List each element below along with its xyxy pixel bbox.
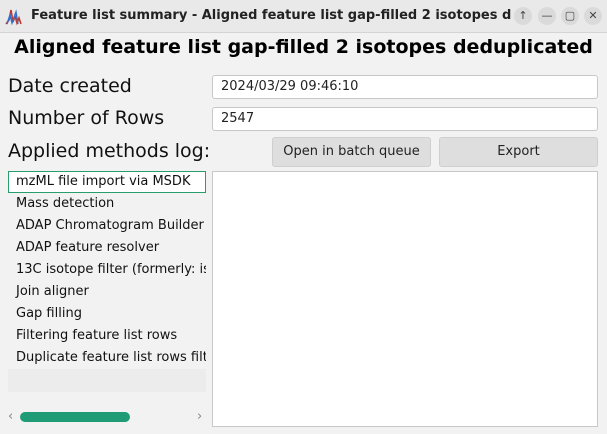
applied-methods-log-label: Applied methods log: [8,140,211,162]
scroll-right-icon[interactable]: › [197,409,202,424]
number-of-rows-field[interactable]: 2547 [212,107,598,131]
maximize-icon[interactable]: ▢ [561,7,579,25]
horizontal-scrollbar[interactable]: ‹ › [8,405,206,429]
feature-list-heading: Aligned feature list gap-filled 2 isotop… [14,36,593,58]
list-item[interactable]: Filtering feature list rows [8,325,206,347]
number-of-rows-label: Number of Rows [8,107,165,129]
list-item[interactable]: ADAP feature resolver [8,237,206,259]
list-item[interactable]: Join aligner [8,281,206,303]
window-title: Feature list summary - Aligned feature l… [31,8,511,23]
methods-list[interactable]: mzML file import via MSDK Mass detection… [8,171,206,392]
scrollbar-thumb[interactable] [20,412,130,422]
method-details-textarea[interactable] [212,171,598,427]
list-item[interactable]: mzML file import via MSDK [8,171,206,193]
list-item[interactable]: Duplicate feature list rows filter [8,347,206,369]
list-item[interactable]: Mass detection [8,193,206,215]
close-icon[interactable]: ✕ [584,7,602,25]
list-item[interactable]: ADAP Chromatogram Builder [8,215,206,237]
scroll-left-icon[interactable]: ‹ [8,409,13,424]
app-chart-icon [5,9,22,26]
list-item[interactable]: 13C isotope filter (formerly: isotope gr… [8,259,206,281]
export-button[interactable]: Export [439,137,598,167]
pin-icon[interactable]: ↑ [514,7,532,25]
list-item[interactable]: Gap filling [8,303,206,325]
date-created-field[interactable]: 2024/03/29 09:46:10 [212,75,598,99]
minimize-icon[interactable]: — [538,7,556,25]
title-bar: Feature list summary - Aligned feature l… [0,0,607,33]
open-in-batch-queue-button[interactable]: Open in batch queue [272,137,431,167]
date-created-label: Date created [8,75,132,97]
